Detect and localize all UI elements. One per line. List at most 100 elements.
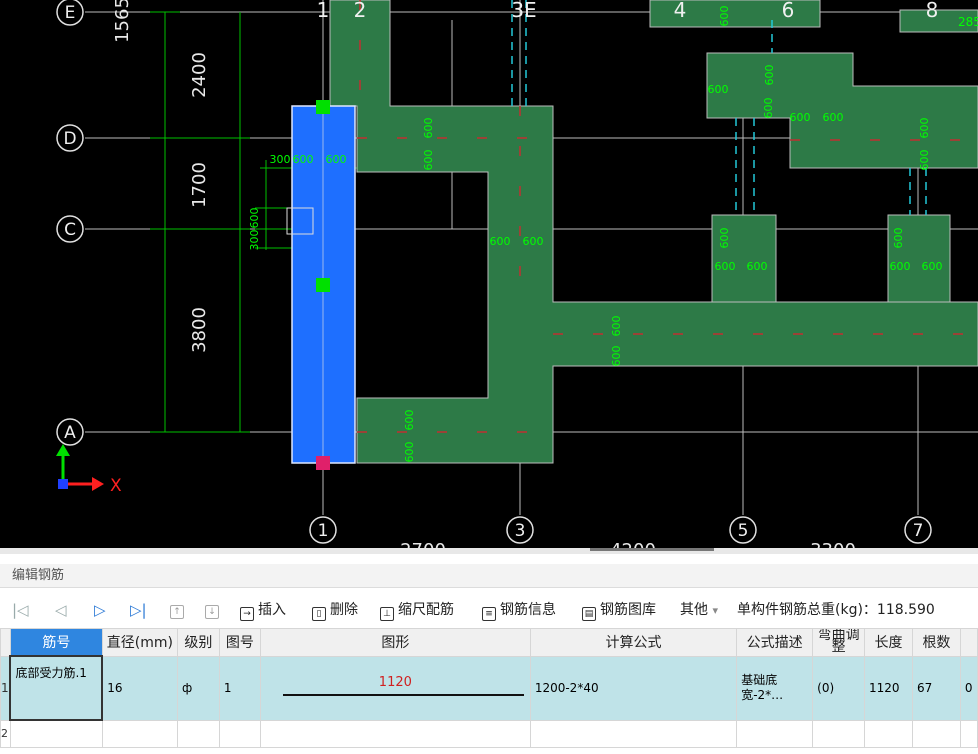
table-row[interactable]: 1 底部受力筋.1 16 ф 1 1120 1200-2*40 基础底宽-2*…… [0, 655, 978, 721]
dim-left-2400: 2400 [189, 52, 210, 98]
cad-drawing[interactable]: E D C A 1 2 3E 4 6 8 1 3 5 7 1565 2400 1700 3800 2700 4200 3… [0, 0, 978, 548]
grip-bottom[interactable] [316, 456, 330, 470]
empty-cell[interactable] [529, 719, 738, 748]
axis-bubble-left-A: A [64, 423, 76, 443]
col-shape[interactable]: 图形 [259, 628, 531, 657]
dim-300-h: 300 [270, 153, 291, 166]
row-number-header [0, 628, 11, 657]
col-diameter[interactable]: 直径(mm) [101, 628, 178, 657]
axis-label-top-8: 8 [926, 0, 939, 22]
cell-bend[interactable]: (0) [812, 655, 866, 721]
move-up-icon[interactable]: ↑ [170, 600, 184, 620]
dim-600-h-6: 600 [823, 111, 844, 124]
cell-formula-desc[interactable]: 基础底宽-2*… [736, 655, 814, 721]
dim-600-v-9: 600 [718, 228, 731, 249]
delete-button[interactable]: ▯ 删除 [312, 600, 358, 621]
axis-label-top-6: 6 [782, 0, 795, 22]
dim-left-1565: 1565 [112, 0, 133, 43]
dim-bottom-3300: 3300 [810, 540, 856, 548]
cell-figure-no[interactable]: 1 [218, 655, 261, 721]
dim-600-h-5: 600 [790, 111, 811, 124]
trash-icon: ▯ [312, 607, 326, 621]
first-record-icon[interactable]: |◁ [12, 600, 29, 620]
grip-top[interactable] [316, 100, 330, 114]
splitter-grip[interactable] [590, 548, 714, 551]
col-formula-desc[interactable]: 公式描述 [736, 628, 814, 657]
cell-extra[interactable]: 0 [959, 655, 978, 721]
cell-count[interactable]: 67 [911, 655, 961, 721]
dim-600-v-12: 600 [892, 228, 905, 249]
dim-600-h-7: 600 [715, 260, 736, 273]
dropdown-arrow-icon: ▾ [712, 604, 718, 617]
dim-600-v-0: 600 [422, 118, 435, 139]
scale-label: 缩尺配筋 [398, 602, 454, 618]
col-length[interactable]: 长度 [864, 628, 913, 657]
cell-diameter[interactable]: 16 [101, 655, 178, 721]
total-weight-label: 单构件钢筋总重(kg)： [737, 602, 877, 618]
empty-cell[interactable] [959, 719, 978, 748]
table-row-empty[interactable]: 2 [0, 719, 978, 748]
rebar-info-button[interactable]: ≡ 钢筋信息 [482, 600, 556, 621]
empty-cell[interactable] [864, 719, 913, 748]
col-count[interactable]: 根数 [911, 628, 961, 657]
total-weight-value: 118.590 [876, 602, 935, 618]
rebar-table: 筋号 直径(mm) 级别 图号 图形 计算公式 公式描述 弯曲调整 长度 根数 … [0, 628, 978, 748]
red-center-lines [357, 0, 978, 433]
cell-formula[interactable]: 1200-2*40 [529, 655, 738, 721]
insert-label: 插入 [258, 602, 286, 618]
row-number: 2 [0, 719, 11, 748]
col-formula[interactable]: 计算公式 [529, 628, 738, 657]
dim-600-h-4: 600 [708, 83, 729, 96]
empty-cell[interactable] [259, 719, 531, 748]
grip-middle[interactable] [316, 278, 330, 292]
dim-600-v-3: 600 [610, 346, 623, 367]
scale-rebar-button[interactable]: ⊥ 缩尺配筋 [380, 600, 454, 621]
other-menu[interactable]: 其他 ▾ [680, 600, 718, 620]
prev-record-icon[interactable]: ◁ [55, 600, 67, 620]
dim-600-v-8: 600 [762, 98, 775, 119]
col-grade[interactable]: 级别 [176, 628, 220, 657]
dim-left-3800: 3800 [189, 307, 210, 353]
axis-bubble-left-E: E [65, 3, 76, 23]
insert-button[interactable]: → 插入 [240, 600, 286, 621]
dim-600-v-11: 600 [918, 150, 931, 171]
cell-rebar-name[interactable]: 底部受力筋.1 [9, 655, 104, 721]
cad-drawing-canvas[interactable]: E D C A 1 2 3E 4 6 8 1 3 5 7 1565 2400 1700 3800 2700 4200 3… [0, 0, 978, 548]
next-record-icon[interactable]: ▷ [94, 600, 106, 620]
dim-600-h-0: 600 [293, 153, 314, 166]
empty-cell[interactable] [101, 719, 178, 748]
move-down-icon[interactable]: ↓ [205, 600, 219, 620]
empty-cell[interactable] [218, 719, 261, 748]
empty-cell[interactable] [812, 719, 866, 748]
library-label: 钢筋图库 [600, 602, 656, 618]
empty-cell[interactable] [911, 719, 961, 748]
cell-shape[interactable]: 1120 [259, 655, 531, 721]
shape-length-value[interactable]: 1120 [261, 675, 529, 690]
dim-600-h-1: 600 [326, 153, 347, 166]
empty-cell[interactable] [176, 719, 220, 748]
axis-bubble-left-D: D [63, 129, 76, 149]
axis-label-top-2: 2 [354, 0, 367, 22]
dim-600-v-4: 600 [403, 410, 416, 431]
rebar-library-button[interactable]: ▤ 钢筋图库 [582, 600, 656, 621]
dim-top-right: 285 [958, 15, 978, 29]
col-figure-no[interactable]: 图号 [218, 628, 261, 657]
dim-600-v-left: 600 [248, 208, 261, 229]
col-bend-adjust[interactable]: 弯曲调整 [812, 628, 866, 657]
last-record-icon[interactable]: ▷| [130, 600, 147, 620]
axis-x-arrow [92, 477, 104, 491]
col-rebar-no[interactable]: 筋号 [9, 628, 103, 657]
cell-length[interactable]: 1120 [864, 655, 913, 721]
dim-300-v-left: 300 [248, 230, 261, 251]
dim-bottom-4200: 4200 [610, 540, 656, 548]
col-extra [959, 628, 978, 657]
dim-bottom-2700: 2700 [400, 540, 446, 548]
footing-strips[interactable] [329, 0, 978, 464]
cell-grade[interactable]: ф [176, 655, 220, 721]
ruler-icon: ⊥ [380, 607, 394, 621]
axis-bubble-left-C: C [64, 220, 76, 240]
dim-600-h-10: 600 [922, 260, 943, 273]
row-number: 1 [0, 655, 11, 721]
empty-cell[interactable] [9, 719, 103, 748]
empty-cell[interactable] [736, 719, 814, 748]
